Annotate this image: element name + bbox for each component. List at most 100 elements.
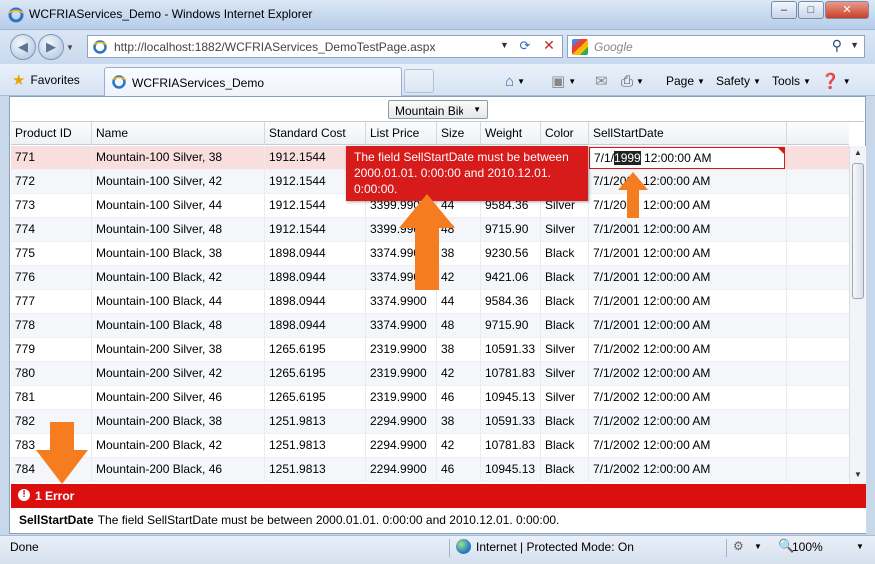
protected-mode-dropdown-icon[interactable]: ▼ (754, 542, 762, 551)
cell-standard-cost[interactable]: 1265.6195 (265, 338, 366, 362)
cell-color[interactable]: Black (541, 434, 589, 458)
cell-standard-cost[interactable]: 1251.9813 (265, 434, 366, 458)
cell-color[interactable]: Black (541, 410, 589, 434)
cell-name[interactable]: Mountain-100 Silver, 38 (92, 146, 265, 170)
cell-sell-start-date[interactable]: 7/1/2002 12:00:00 AM (589, 362, 787, 386)
url-text[interactable]: http://localhost:1882/WCFRIAServices_Dem… (114, 40, 435, 54)
cell-name[interactable]: Mountain-100 Black, 42 (92, 266, 265, 290)
cell-color[interactable]: Black (541, 314, 589, 338)
validation-summary-header[interactable]: ! 1 Error (11, 484, 866, 508)
home-dropdown-icon[interactable]: ▼ (517, 77, 525, 86)
help-dropdown-icon[interactable]: ▼ (843, 77, 851, 86)
cell-size[interactable]: 48 (437, 314, 481, 338)
column-header-list-price[interactable]: List Price (366, 122, 437, 145)
close-button[interactable]: ✕ (825, 1, 869, 19)
cell-size[interactable]: 42 (437, 434, 481, 458)
cell-list-price[interactable]: 3374.9900 (366, 314, 437, 338)
cell-weight[interactable]: 9421.06 (481, 266, 541, 290)
validation-summary-item[interactable]: SellStartDate The field SellStartDate mus… (11, 508, 866, 533)
scrollbar-thumb[interactable] (852, 163, 864, 299)
cell-weight[interactable]: 10591.33 (481, 338, 541, 362)
cell-product-id[interactable]: 777 (11, 290, 92, 314)
cell-name[interactable]: Mountain-200 Black, 38 (92, 410, 265, 434)
cell-color[interactable]: Silver (541, 218, 589, 242)
column-header-product-id[interactable]: Product ID (11, 122, 92, 145)
favorites-button[interactable]: ★ Favorites (8, 68, 88, 92)
cell-standard-cost[interactable]: 1912.1544 (265, 218, 366, 242)
page-menu[interactable]: Page ▼ (666, 70, 705, 92)
print-button[interactable]: ⎙ ▼ (621, 70, 644, 92)
cell-sell-start-date[interactable]: 7/1/2001 12:00:00 AM (589, 218, 787, 242)
cell-sell-start-date[interactable]: 7/1/2001 12:00:00 AM (589, 266, 787, 290)
cell-list-price[interactable]: 2319.9900 (366, 338, 437, 362)
cell-list-price[interactable]: 2294.9900 (366, 434, 437, 458)
table-row[interactable]: 780 Mountain-200 Silver, 42 1265.6195 2319.… (11, 362, 849, 386)
column-header-color[interactable]: Color (541, 122, 589, 145)
cell-list-price[interactable]: 2294.9900 (366, 410, 437, 434)
cell-standard-cost[interactable]: 1265.6195 (265, 386, 366, 410)
cell-color[interactable]: Black (541, 266, 589, 290)
cell-weight[interactable]: 9584.36 (481, 290, 541, 314)
cell-weight[interactable]: 10945.13 (481, 458, 541, 482)
cell-product-id[interactable]: 773 (11, 194, 92, 218)
forward-button[interactable]: ▶ (38, 34, 64, 60)
cell-weight[interactable]: 9715.90 (481, 218, 541, 242)
column-header-sell-start-date[interactable]: SellStartDate (589, 122, 787, 145)
cell-product-id[interactable]: 774 (11, 218, 92, 242)
cell-product-id[interactable]: 780 (11, 362, 92, 386)
cell-product-id[interactable]: 779 (11, 338, 92, 362)
cell-sell-start-date[interactable]: 7/1/2001 12:00:00 AM (589, 314, 787, 338)
maximize-button[interactable]: □ (798, 1, 824, 19)
cell-name[interactable]: Mountain-100 Black, 38 (92, 242, 265, 266)
cell-name[interactable]: Mountain-200 Silver, 46 (92, 386, 265, 410)
cell-name[interactable]: Mountain-100 Black, 48 (92, 314, 265, 338)
cell-product-id[interactable]: 776 (11, 266, 92, 290)
cell-sell-start-date[interactable]: 7/1/2001 12:00:00 AM (589, 290, 787, 314)
cell-weight[interactable]: 10945.13 (481, 386, 541, 410)
cell-standard-cost[interactable]: 1898.0944 (265, 290, 366, 314)
cell-sell-start-date[interactable]: 7/1/2002 12:00:00 AM (589, 434, 787, 458)
cell-size[interactable]: 46 (437, 458, 481, 482)
feeds-button[interactable]: ▣ ▼ (551, 70, 576, 92)
table-row[interactable]: 781 Mountain-200 Silver, 46 1265.6195 2319.… (11, 386, 849, 410)
zoom-dropdown-icon[interactable]: ▼ (856, 542, 864, 551)
cell-color[interactable]: Black (541, 458, 589, 482)
table-row[interactable]: 782 Mountain-200 Black, 38 1251.9813 2294.9… (11, 410, 849, 434)
zoom-level[interactable]: 100% (792, 540, 823, 554)
cell-sell-start-date[interactable]: 7/1/2002 12:00:00 AM (589, 338, 787, 362)
cell-sell-start-date[interactable]: 7/1/2002 12:00:00 AM (589, 410, 787, 434)
cell-product-id[interactable]: 778 (11, 314, 92, 338)
feeds-dropdown-icon[interactable]: ▼ (568, 77, 576, 86)
print-dropdown-icon[interactable]: ▼ (636, 77, 644, 86)
cell-list-price[interactable]: 2319.9900 (366, 386, 437, 410)
cell-weight[interactable]: 9230.56 (481, 242, 541, 266)
cell-weight[interactable]: 10781.83 (481, 362, 541, 386)
search-box[interactable]: Google ⚲ ▼ (567, 35, 865, 58)
safety-menu[interactable]: Safety ▼ (716, 70, 761, 92)
cell-color[interactable]: Silver (541, 362, 589, 386)
cell-standard-cost[interactable]: 1265.6195 (265, 362, 366, 386)
help-button[interactable]: ❓ ▼ (821, 70, 851, 92)
cell-standard-cost[interactable]: 1251.9813 (265, 410, 366, 434)
back-button[interactable]: ◀ (10, 34, 36, 60)
recent-pages-dropdown-icon[interactable]: ▼ (66, 43, 74, 52)
scroll-down-icon[interactable]: ▼ (850, 470, 866, 482)
table-row[interactable]: 783 Mountain-200 Black, 42 1251.9813 2294.9… (11, 434, 849, 458)
scroll-up-icon[interactable]: ▲ (850, 148, 866, 160)
cell-standard-cost[interactable]: 1898.0944 (265, 314, 366, 338)
cell-product-id[interactable]: 771 (11, 146, 92, 170)
cell-name[interactable]: Mountain-100 Silver, 44 (92, 194, 265, 218)
table-row[interactable]: 784 Mountain-200 Black, 46 1251.9813 2294.9… (11, 458, 849, 482)
cell-sell-start-date[interactable]: 7/1/2001 12:00:00 AM (589, 242, 787, 266)
cell-size[interactable]: 38 (437, 410, 481, 434)
cell-product-id[interactable]: 781 (11, 386, 92, 410)
search-placeholder[interactable]: Google (594, 40, 633, 54)
cell-weight[interactable]: 10591.33 (481, 410, 541, 434)
cell-size[interactable]: 38 (437, 338, 481, 362)
cell-standard-cost[interactable]: 1898.0944 (265, 266, 366, 290)
cell-product-id[interactable]: 775 (11, 242, 92, 266)
column-header-standard-cost[interactable]: Standard Cost (265, 122, 366, 145)
sell-start-date-editor[interactable]: 7/1/1999 12:00:00 AM (589, 147, 785, 169)
cell-color[interactable]: Silver (541, 386, 589, 410)
cell-weight[interactable]: 10781.83 (481, 434, 541, 458)
